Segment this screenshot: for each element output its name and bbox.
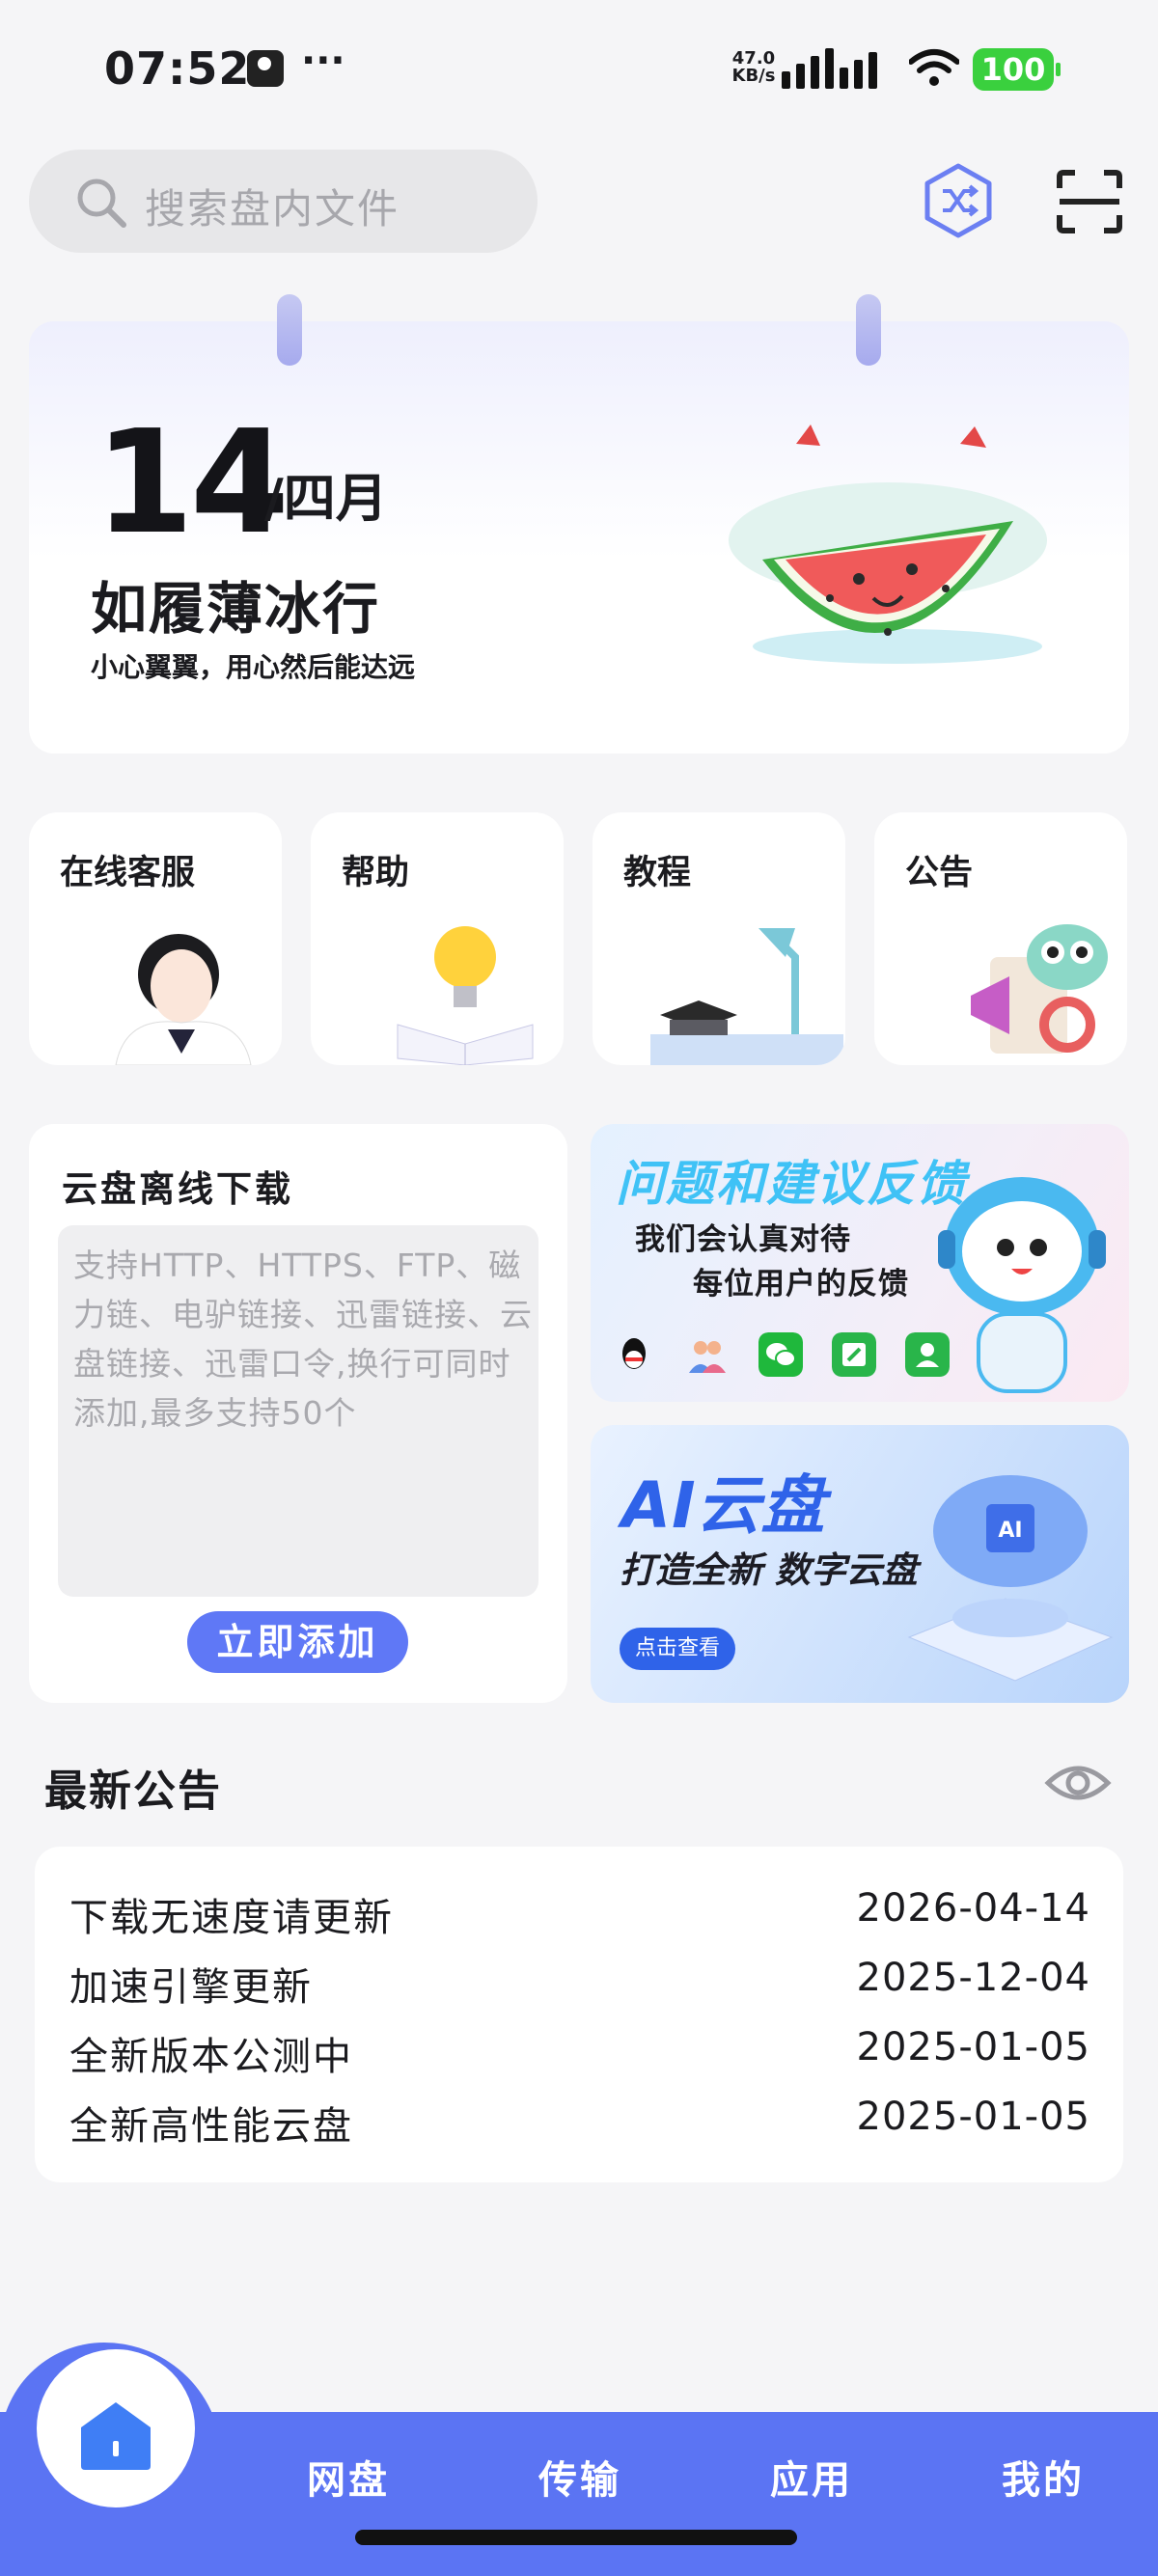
ai-banner-subtitle: 打造全新 数字云盘 xyxy=(620,1549,918,1591)
calendar-month: /四月 xyxy=(264,468,388,529)
customer-service-icon xyxy=(115,934,252,1065)
announcement-item[interactable]: 全新版本公测中 2025-01-05 xyxy=(69,2025,1090,2083)
add-download-button[interactable]: 立即添加 xyxy=(187,1611,408,1673)
signal-icon xyxy=(782,48,893,89)
feedback-channel-icons xyxy=(612,1332,950,1377)
watermelon-illustration xyxy=(729,425,1047,664)
tab-apps[interactable]: 应用 xyxy=(770,2449,853,2505)
network-speed: 47.0 KB/s xyxy=(730,50,778,85)
group-icon[interactable] xyxy=(685,1332,730,1377)
ai-cloud-banner[interactable]: AI云盘 打造全新 数字云盘 点击查看 AI xyxy=(591,1425,1129,1703)
tile-online-service[interactable]: 在线客服 xyxy=(29,812,282,1065)
graduation-lamp-icon xyxy=(650,928,843,1065)
announcement-title: 全新高性能云盘 xyxy=(69,2104,353,2149)
megaphone-icon xyxy=(971,924,1108,1054)
scan-icon[interactable] xyxy=(1056,169,1123,234)
ai-cloud-illustration: AI xyxy=(907,1475,1114,1682)
tile-help[interactable]: 帮助 xyxy=(311,812,564,1065)
shuffle-icon[interactable] xyxy=(922,162,995,239)
tab-netdisk[interactable]: 网盘 xyxy=(307,2449,390,2505)
search-icon xyxy=(77,178,126,228)
search-bar[interactable]: 搜索盘内文件 xyxy=(29,150,538,253)
ai-view-button[interactable]: 点击查看 xyxy=(620,1628,735,1670)
search-placeholder: 搜索盘内文件 xyxy=(145,185,400,233)
announcements-heading: 最新公告 xyxy=(44,1767,222,1816)
wechat-icon[interactable] xyxy=(758,1332,803,1377)
tile-label: 在线客服 xyxy=(60,854,196,892)
announcement-date: 2025-12-04 xyxy=(856,1956,1090,2000)
qq-icon[interactable] xyxy=(612,1332,656,1377)
edit-icon[interactable] xyxy=(832,1332,876,1377)
announcement-date: 2026-04-14 xyxy=(856,1886,1090,1931)
calendar-title: 如履薄冰行 xyxy=(91,576,381,642)
status-more-icon: ··· xyxy=(301,39,345,83)
home-icon[interactable] xyxy=(77,2398,154,2472)
calendar-ring-left xyxy=(277,294,302,366)
tile-announcement[interactable]: 公告 xyxy=(874,812,1127,1065)
tile-label: 帮助 xyxy=(342,854,410,892)
tab-mine[interactable]: 我的 xyxy=(1002,2449,1085,2505)
wifi-icon xyxy=(909,49,959,86)
calendar-ring-right xyxy=(856,294,881,366)
announcement-date: 2025-01-05 xyxy=(856,2025,1090,2069)
feedback-title: 问题和建议反馈 xyxy=(616,1156,967,1212)
feedback-line-2: 每位用户的反馈 xyxy=(693,1267,909,1302)
offline-download-placeholder: 支持HTTP、HTTPS、FTP、磁力链、电驴链接、迅雷链接、云盘链接、迅雷口令… xyxy=(73,1247,533,1432)
announcement-item[interactable]: 全新高性能云盘 2025-01-05 xyxy=(69,2095,1090,2152)
svg-text:AI: AI xyxy=(998,1519,1022,1543)
robot-illustration xyxy=(938,1177,1106,1393)
home-indicator[interactable] xyxy=(355,2530,797,2545)
eye-icon[interactable] xyxy=(1044,1758,1112,1808)
status-time: 07:52 xyxy=(104,42,251,95)
status-bar: 07:52 ··· 47.0 KB/s 100 xyxy=(0,0,1158,140)
announcement-date: 2025-01-05 xyxy=(856,2095,1090,2139)
lightbulb-book-icon xyxy=(397,926,534,1065)
offline-download-title: 云盘离线下载 xyxy=(62,1168,293,1210)
announcement-title: 下载无速度请更新 xyxy=(69,1896,394,1940)
tile-label: 教程 xyxy=(623,854,692,892)
calendar-subtitle: 小心翼翼，用心然后能达远 xyxy=(91,651,416,683)
announcement-item[interactable]: 下载无速度请更新 2026-04-14 xyxy=(69,1886,1090,1944)
feedback-banner[interactable]: 问题和建议反馈 我们会认真对待 每位用户的反馈 xyxy=(591,1124,1129,1402)
battery-indicator: 100 xyxy=(973,48,1061,91)
announcement-title: 全新版本公测中 xyxy=(69,2035,353,2079)
feedback-line-1: 我们会认真对待 xyxy=(635,1222,851,1257)
announcement-title: 加速引擎更新 xyxy=(69,1965,313,2010)
tile-label: 公告 xyxy=(905,854,974,892)
calendar-day: 14 xyxy=(95,399,290,565)
network-speed-unit: KB/s xyxy=(731,66,776,86)
notification-app-icon xyxy=(247,50,284,87)
tab-transfer[interactable]: 传输 xyxy=(538,2449,621,2505)
tile-tutorial[interactable]: 教程 xyxy=(593,812,845,1065)
ai-banner-title: AI云盘 xyxy=(621,1468,826,1543)
announcement-item[interactable]: 加速引擎更新 2025-12-04 xyxy=(69,1956,1090,2014)
